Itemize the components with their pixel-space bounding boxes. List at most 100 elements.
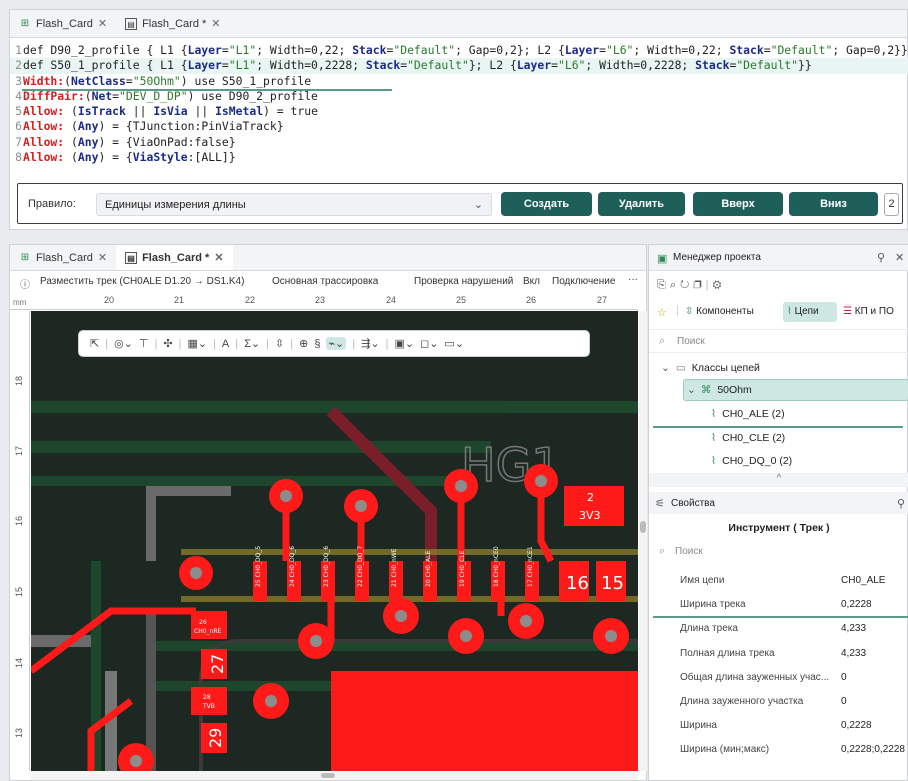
route-icon[interactable]: ⇳ — [275, 337, 284, 350]
board-icon[interactable]: ▭⌄ — [444, 337, 464, 350]
chevron-down-icon[interactable]: ⌄ — [661, 362, 670, 374]
code-line[interactable]: 5 Allow: (IsTrack || IsVia || IsMetal) = … — [10, 104, 908, 119]
pcb-status-bar: ⓘ Разместить трек (CH0ALE D1.20 → DS1.K4… — [10, 272, 646, 292]
star-icon[interactable]: ☆ — [657, 306, 667, 319]
code-token: Layer — [187, 43, 222, 57]
code-token: "50Ohm" — [132, 73, 181, 88]
property-row[interactable]: Ширина трека 0,2228 — [649, 593, 908, 617]
delete-button[interactable]: Удалить — [598, 192, 685, 216]
code-line[interactable]: 6 Allow: (Any) = {TJunction:PinViaTrack} — [10, 119, 908, 134]
text-icon[interactable]: A — [222, 338, 229, 350]
pin-icon[interactable]: ⚲ — [877, 251, 885, 264]
code-line[interactable]: 7 Allow: (Any) = {ViaOnPad:false} — [10, 135, 908, 150]
down-button[interactable]: Вниз — [789, 192, 878, 216]
pin-icon[interactable]: ⊤ — [139, 337, 149, 350]
tree-item-net[interactable]: ⌇ CH0_DQ_0 (2) — [649, 450, 908, 472]
status-routing[interactable]: Основная трассировка — [272, 276, 378, 287]
code-token: = — [599, 43, 606, 57]
status-connect[interactable]: Подключение — [552, 276, 615, 287]
tree-item-net-classes[interactable]: ⌄ ▭ Классы цепей — [649, 357, 908, 379]
vertical-scrollbar[interactable] — [639, 311, 647, 771]
svg-text:2: 2 — [587, 491, 594, 504]
property-row[interactable]: Имя цепи CH0_ALE — [649, 569, 908, 593]
code-token: ( — [64, 150, 78, 165]
horizontal-scrollbar[interactable] — [31, 771, 638, 780]
property-key: Общая длина зауженных учас... — [680, 671, 830, 683]
tab-components[interactable]: ⇳ Компоненты — [685, 306, 754, 317]
create-button[interactable]: Создать — [501, 192, 592, 216]
status-drc[interactable]: Проверка нарушений — [414, 276, 513, 287]
collapse-chevron-icon[interactable]: ^ — [649, 473, 908, 487]
code-token: "DEV_D_DP" — [119, 88, 188, 103]
svg-text:27: 27 — [208, 654, 227, 674]
code-token: = — [112, 88, 120, 103]
diffpair-icon[interactable]: § — [314, 338, 320, 350]
tree-item-net[interactable]: ⌇ CH0_CLE (2) — [649, 427, 908, 449]
svg-text:CH0_nRE: CH0_nRE — [194, 628, 221, 635]
code-token: ( — [64, 119, 78, 134]
code-line[interactable]: 4 DiffPair:(Net = "DEV_D_DP") use D90_2_pro… — [10, 89, 908, 104]
property-row[interactable]: Длина трека 4,233 — [649, 617, 908, 641]
code-line[interactable]: 8 Allow: (Any) = {ViaStyle:[ALL]} — [10, 150, 908, 165]
code-line[interactable]: 3 Width:(NetClass = "50Ohm") use S50_1_prof… — [10, 74, 908, 89]
track-tool-icon[interactable]: ⌁⌄ — [326, 337, 347, 350]
property-row[interactable]: Полная длина трека 4,233 — [649, 642, 908, 666]
up-button[interactable]: Вверх — [693, 192, 783, 216]
rule-select[interactable]: Единицы измерения длины ⌄ — [96, 193, 492, 216]
place-component-icon[interactable]: ◎⌄ — [114, 337, 133, 350]
region-icon[interactable]: ◻⌄ — [420, 337, 438, 350]
code-token: || — [187, 104, 216, 119]
select-icon[interactable]: ⇱ — [90, 337, 99, 350]
properties-search[interactable]: ⌕ Поиск — [649, 541, 908, 563]
property-row[interactable]: Общая длина зауженных учас... 0 — [649, 666, 908, 690]
via-icon[interactable]: ⊕ — [299, 337, 308, 350]
project-search[interactable]: ⌕ Поиск — [649, 329, 908, 353]
status-drc-state[interactable]: Вкл — [523, 276, 540, 287]
tree-item-net[interactable]: ⌇ CH0_ALE (2) — [649, 403, 908, 425]
tab-flash-card[interactable]: ⊞ Flash_Card ✕ — [10, 245, 116, 270]
bus-icon[interactable]: ⇶⌄ — [361, 337, 379, 350]
tab-flash-card-modified[interactable]: ▤ Flash_Card * ✕ — [116, 245, 233, 270]
polygon-icon[interactable]: ▣⌄ — [394, 337, 414, 350]
close-icon[interactable]: ✕ — [211, 17, 220, 30]
tab-kp[interactable]: ☰ КП и ПО — [843, 306, 894, 317]
property-row[interactable]: Ширина 0,2228 — [649, 714, 908, 738]
tree-item-50ohm[interactable]: ⌄ ⌘ 50Ohm — [683, 379, 908, 401]
more-icon[interactable]: ··· — [628, 274, 638, 285]
code-line[interactable]: 1 def D90_2_profile { L1 {Layer = "L1"; Wid… — [10, 43, 908, 58]
editor-tabbar: ⊞ Flash_Card ✕ ▤ Flash_Card * ✕ — [10, 10, 907, 38]
property-row[interactable]: Длина зауженного участка 0 — [649, 690, 908, 714]
net-icon: ⌇ — [711, 408, 717, 420]
settings-icon[interactable]: ⚙ — [713, 279, 726, 291]
dimension-icon[interactable]: Σ⌄ — [244, 337, 260, 350]
move-icon[interactable]: ✣ — [163, 337, 172, 350]
close-icon[interactable]: ✕ — [98, 17, 107, 30]
svg-text:3V3: 3V3 — [579, 509, 601, 522]
close-icon[interactable]: ✕ — [98, 251, 107, 264]
property-row[interactable]: Ширина (мин;макс) 0,2228;0,2228 — [649, 738, 908, 762]
code-area[interactable]: 1 def D90_2_profile { L1 {Layer = "L1"; Wid… — [10, 43, 908, 181]
ruler-vertical: 18 17 16 15 14 13 — [10, 311, 30, 771]
rule-label: Правило: — [28, 198, 76, 210]
pin-icon[interactable]: ⚲ — [897, 497, 905, 510]
zoom-icon[interactable]: ⌕ — [670, 279, 680, 291]
code-line[interactable]: 2 def S50_1_profile { L1 {Layer = "L1"; Wid… — [10, 58, 908, 74]
refresh-icon[interactable]: ↻ — [680, 279, 693, 291]
pcb-canvas[interactable]: HG1 25 CH0_DQ_5 24 CH0_DQ_6 23 CH0_DQ_6 … — [31, 311, 638, 771]
close-icon[interactable]: ✕ — [214, 251, 223, 264]
line-number: 8 — [15, 150, 22, 165]
code-token: "L6" — [557, 58, 586, 73]
new-file-icon[interactable]: ⎘ — [657, 279, 670, 291]
code-token: :[ALL]} — [187, 150, 236, 165]
code-token: = — [386, 43, 394, 57]
layers-icon: ☰ — [843, 306, 852, 317]
tab-flash-card[interactable]: ⊞ Flash_Card ✕ — [10, 10, 116, 37]
close-icon[interactable]: ✕ — [895, 251, 904, 264]
tab-flash-card-modified[interactable]: ▤ Flash_Card * ✕ — [116, 10, 229, 37]
chevron-down-icon[interactable]: ⌄ — [687, 384, 696, 396]
tab-nets[interactable]: ⌇ Цепи — [783, 302, 837, 322]
grid-icon[interactable]: ▦⌄ — [187, 337, 207, 350]
rule-editor-panel: ⊞ Flash_Card ✕ ▤ Flash_Card * ✕ 1 def D90… — [9, 9, 908, 230]
svg-text:23 CH0_DQ_6: 23 CH0_DQ_6 — [323, 546, 330, 587]
copy-icon[interactable]: ❐ — [693, 279, 705, 291]
